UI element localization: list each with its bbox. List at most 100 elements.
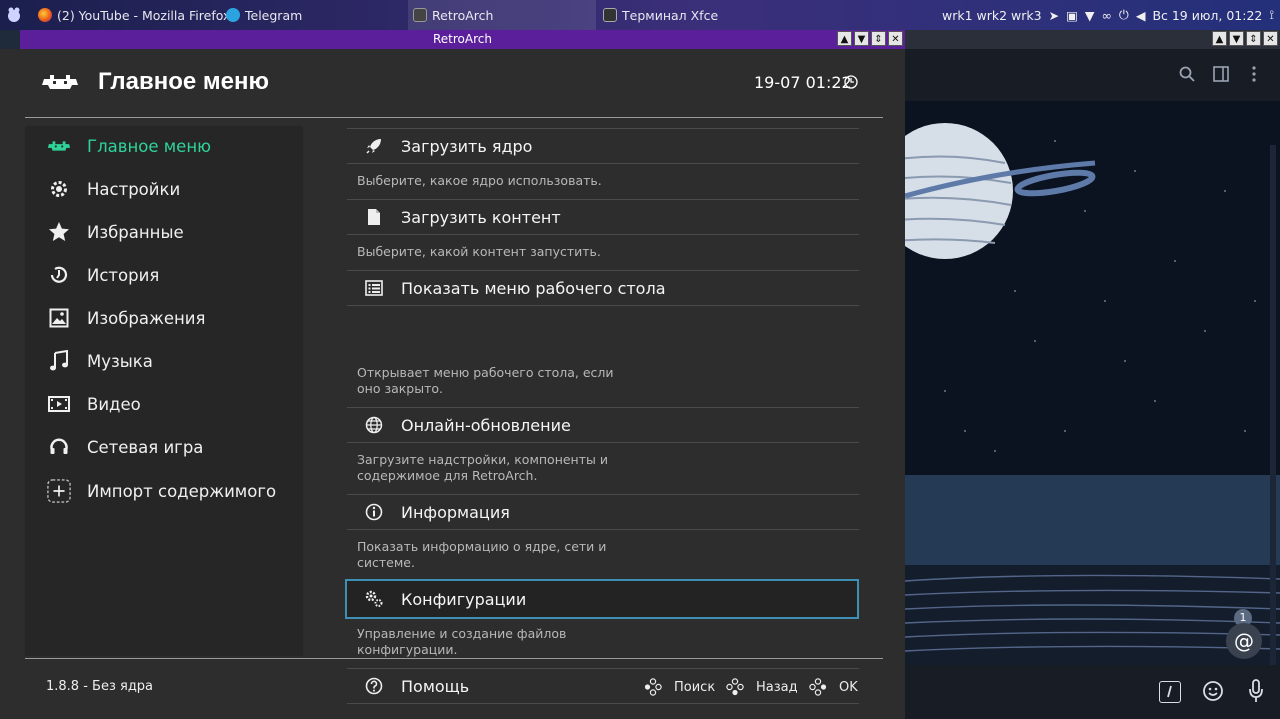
tg-shade-button[interactable]: ▲ — [1212, 31, 1227, 46]
file-icon — [364, 207, 384, 227]
footer-search-button[interactable]: Поиск — [644, 678, 715, 696]
tg-maximize-button[interactable]: ⇕ — [1246, 31, 1261, 46]
dpad-search-icon — [644, 678, 662, 696]
menu-item-configurations[interactable]: Конфигурации — [345, 579, 859, 619]
emoji-icon[interactable] — [1202, 680, 1224, 706]
workspace-switcher[interactable]: wrk1 wrk2 wrk3 — [942, 8, 1042, 23]
taskbar-firefox[interactable]: (2) YouTube - Mozilla Firefox — [38, 0, 230, 30]
window-buttons: ▲ ▼ ⇕ ✕ — [837, 31, 903, 46]
menu-item-label: Онлайн-обновление — [401, 415, 571, 435]
minimize-button[interactable]: ▼ — [854, 31, 869, 46]
window-title: RetroArch — [433, 32, 492, 46]
sidebar-item-history[interactable]: История — [47, 261, 159, 289]
sidebar-item-video[interactable]: Видео — [47, 390, 141, 418]
menu-item-description: Управление и создание файлов конфигурации… — [357, 626, 567, 657]
firefox-icon — [38, 8, 52, 22]
footer-back-button[interactable]: Назад — [726, 678, 798, 696]
taskbar-retroarch[interactable]: RetroArch — [408, 0, 596, 30]
sidebar-item-favorites[interactable]: Избранные — [47, 218, 184, 246]
retroarch-app-icon — [413, 8, 427, 22]
footer-divider — [25, 658, 883, 659]
sidebar-toggle-icon[interactable] — [1213, 66, 1229, 86]
menu-item-load-core[interactable]: Загрузить ядро — [347, 128, 859, 164]
help-icon — [364, 676, 384, 696]
close-button[interactable]: ✕ — [888, 31, 903, 46]
telegram-tray-icon[interactable]: ➤ — [1049, 8, 1059, 23]
menu-item-description: Выберите, какое ядро использовать. — [357, 173, 602, 188]
sidebar-item-label: Сетевая игра — [87, 437, 204, 457]
history-icon — [47, 263, 71, 287]
microphone-icon[interactable] — [1248, 679, 1264, 707]
sidebar-item-label: Музыка — [87, 351, 153, 371]
sidebar-item-label: Избранные — [87, 222, 184, 242]
chat-wallpaper — [905, 101, 1280, 665]
power-icon[interactable]: ⏻ — [1119, 7, 1129, 23]
menu-item-label: Конфигурации — [401, 589, 527, 609]
sidebar-item-label: Настройки — [87, 179, 181, 199]
menu-item-description: Открывает меню рабочего стола, если оно з… — [357, 365, 614, 396]
desktop-menu-icon — [364, 278, 384, 298]
taskbar-telegram-label: Telegram — [245, 7, 303, 23]
shade-button[interactable]: ▲ — [837, 31, 852, 46]
taskbar-telegram[interactable]: Telegram — [226, 0, 302, 30]
system-tray: wrk1 wrk2 wrk3 ➤ ▣ ▼ ∞ ⏻ ◀ Вс 19 июл, 01… — [942, 0, 1274, 30]
menu-item-online-updater[interactable]: Онлайн-обновление — [347, 407, 859, 443]
sidebar-item-label: Импорт содержимого — [87, 481, 277, 501]
menu-item-label: Помощь — [401, 676, 470, 696]
taskbar-firefox-label: (2) YouTube - Mozilla Firefox — [57, 7, 231, 23]
tg-close-button[interactable]: ✕ — [1263, 31, 1278, 46]
bot-command-icon[interactable] — [1159, 681, 1181, 703]
wifi-icon[interactable]: ▼ — [1085, 8, 1095, 23]
sidebar-item-import[interactable]: Импорт содержимого — [47, 477, 276, 505]
search-icon[interactable] — [1179, 66, 1195, 86]
menu-item-label: Загрузить контент — [401, 207, 561, 227]
music-icon — [47, 349, 71, 373]
retroarch-invader-icon — [47, 134, 71, 158]
menu-item-information[interactable]: Информация — [347, 494, 859, 530]
app-menu-icon[interactable] — [4, 0, 24, 30]
sidebar-item-images[interactable]: Изображения — [47, 304, 205, 332]
netplay-icon — [47, 435, 71, 459]
info-icon — [364, 502, 384, 522]
menu-item-label: Информация — [401, 502, 510, 522]
sidebar-item-settings[interactable]: Настройки — [47, 175, 180, 203]
video-icon — [47, 392, 71, 416]
add-icon — [47, 479, 71, 503]
tg-minimize-button[interactable]: ▼ — [1229, 31, 1244, 46]
gear-icon — [47, 177, 71, 201]
volume-icon[interactable]: ◀ — [1136, 8, 1146, 23]
sidebar-item-label: Главное меню — [87, 136, 211, 156]
sidebar-item-main-menu[interactable]: Главное меню — [47, 132, 211, 160]
more-vertical-icon[interactable] — [1251, 66, 1257, 86]
dpad-ok-icon — [809, 678, 827, 696]
retroarch-logo-icon — [40, 71, 80, 93]
taskbar-terminal[interactable]: Терминал Xfce — [603, 0, 718, 30]
menu-item-load-content[interactable]: Загрузить контент — [347, 199, 859, 235]
link-icon[interactable]: ∞ — [1102, 8, 1112, 23]
footer-ok-label: OK — [839, 679, 858, 695]
menu-item-label: Показать меню рабочего стола — [401, 278, 666, 298]
terminal-icon — [603, 8, 617, 22]
footer-search-label: Поиск — [674, 679, 716, 695]
version-label: 1.8.8 - Без ядра — [46, 679, 154, 694]
star-icon — [47, 220, 71, 244]
sidebar-item-label: История — [87, 265, 160, 285]
sidebar-item-netplay[interactable]: Сетевая игра — [47, 433, 203, 461]
header: Главное меню — [40, 65, 269, 99]
sidebar-item-music[interactable]: Музыка — [47, 347, 153, 375]
message-composer — [905, 665, 1280, 719]
retroarch-titlebar[interactable]: RetroArch ▲ ▼ ⇕ ✕ — [20, 30, 905, 49]
chat-scrollbar[interactable] — [1270, 145, 1276, 665]
footer-ok-button[interactable]: OK — [809, 678, 858, 696]
maximize-button[interactable]: ⇕ — [871, 31, 886, 46]
menu-item-desktop-menu[interactable]: Показать меню рабочего стола — [347, 270, 859, 306]
clock-label[interactable]: Вс 19 июл, 01:22 — [1152, 8, 1262, 23]
mention-button[interactable]: @ — [1226, 623, 1262, 659]
telegram-window: 1 @ — [905, 49, 1280, 719]
telegram-titlebar[interactable]: ▲ ▼ ⇕ ✕ — [905, 30, 1280, 49]
usb-icon[interactable]: ▣ — [1066, 8, 1078, 23]
dpad-back-icon — [726, 678, 744, 696]
sidebar-item-label: Видео — [87, 394, 141, 414]
antenna-icon[interactable]: ⟟ — [1269, 7, 1274, 23]
footer-back-label: Назад — [756, 679, 798, 695]
